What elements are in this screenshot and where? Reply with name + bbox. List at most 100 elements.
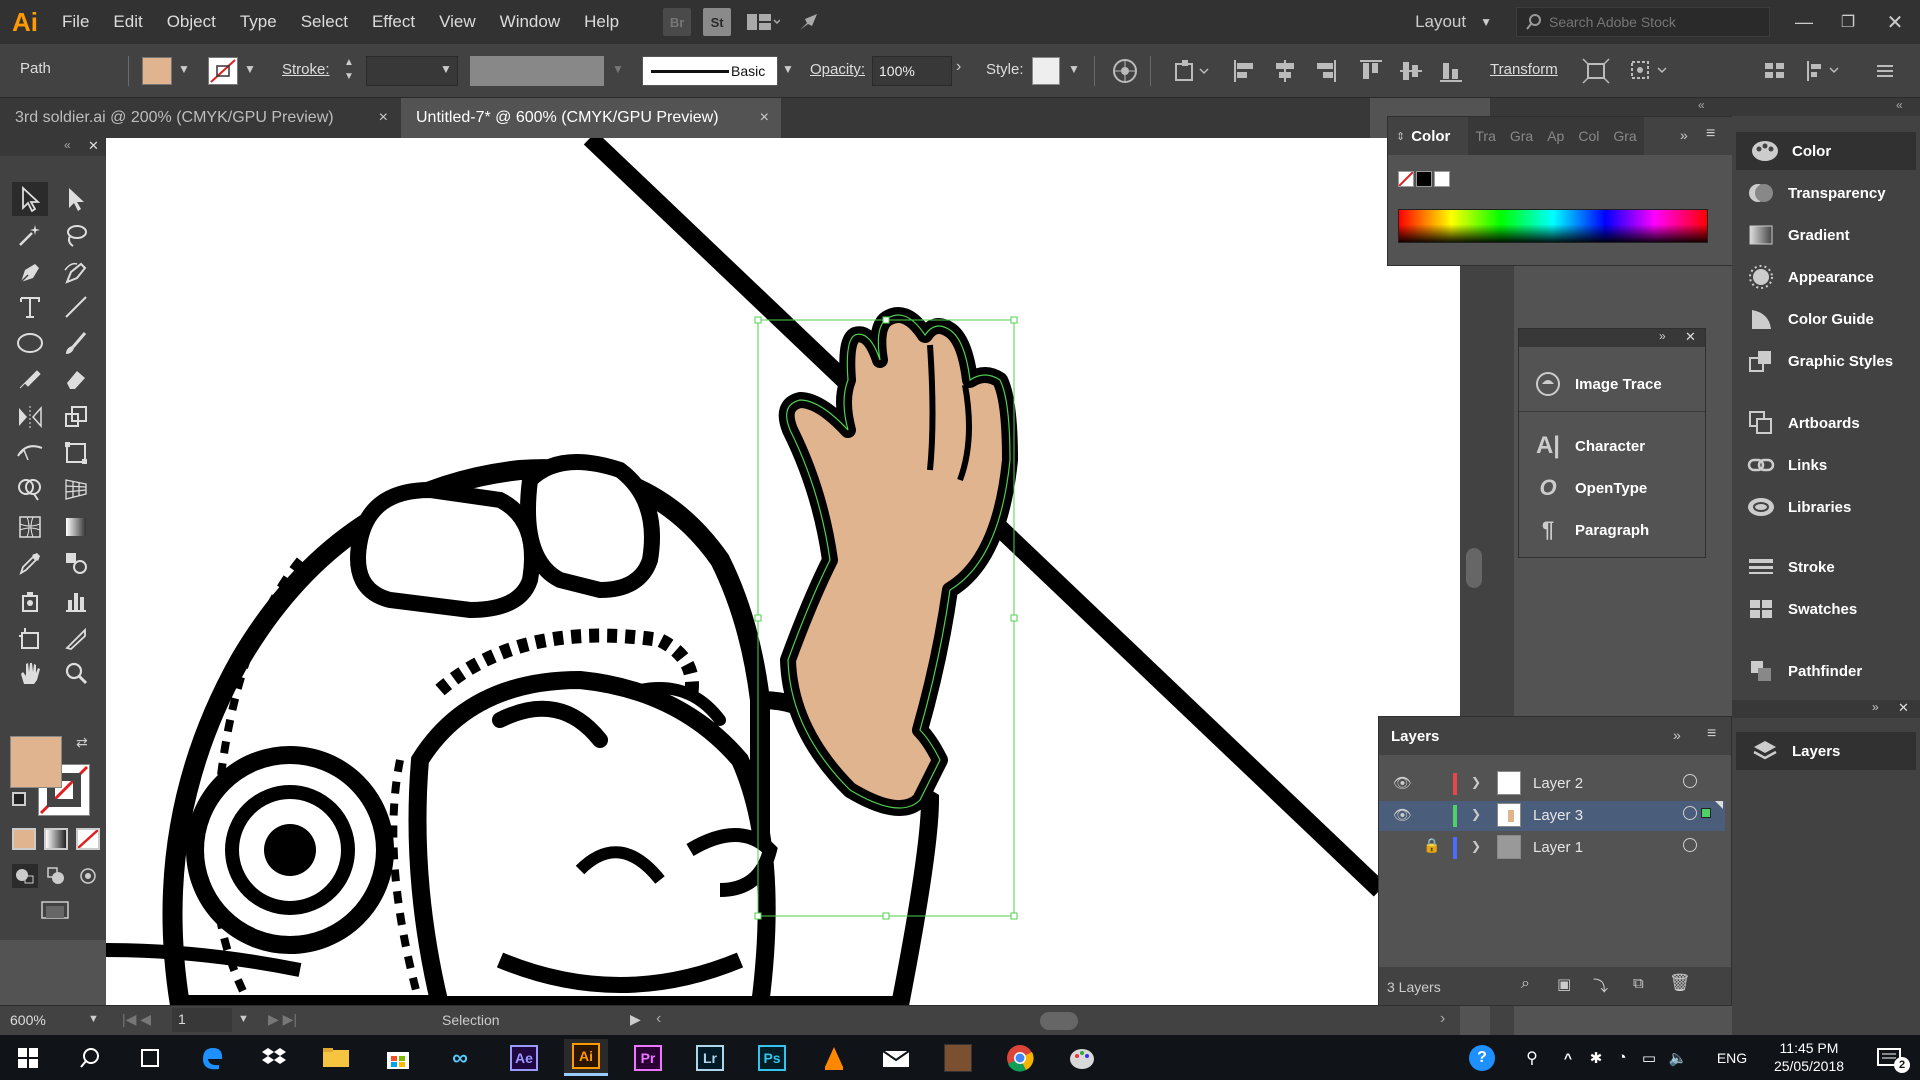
collapse-dock-icon[interactable]: « bbox=[1896, 98, 1903, 112]
shape-builder-tool-icon[interactable] bbox=[12, 472, 48, 506]
align-middle-icon[interactable] bbox=[1398, 58, 1424, 88]
opacity-label[interactable]: Opacity: bbox=[810, 61, 865, 78]
search-icon[interactable] bbox=[68, 1039, 112, 1076]
lock-icon[interactable]: 🔒 bbox=[1423, 837, 1440, 854]
pathfinder-dock-button[interactable]: Pathfinder bbox=[1732, 652, 1920, 690]
shaper-tool-icon[interactable] bbox=[12, 362, 48, 396]
workspace-switcher[interactable]: Layout ▼ bbox=[1415, 12, 1492, 32]
appearance-dock-button[interactable]: Appearance bbox=[1732, 258, 1920, 296]
stock-button[interactable]: St bbox=[703, 8, 732, 36]
align-left-icon[interactable] bbox=[1232, 58, 1258, 88]
blend-tool-icon[interactable] bbox=[58, 546, 94, 580]
layers-dock-button[interactable]: Layers bbox=[1736, 732, 1916, 770]
windows-start-icon[interactable] bbox=[6, 1039, 50, 1076]
artboards-dock-button[interactable]: Artboards bbox=[1732, 404, 1920, 442]
arrange-documents-icon[interactable] bbox=[743, 8, 783, 36]
notification-center-icon[interactable]: 2 bbox=[1868, 1039, 1912, 1076]
stock-search[interactable] bbox=[1516, 7, 1770, 37]
expand-panel-icon[interactable]: » bbox=[1673, 727, 1681, 743]
mesh-tool-icon[interactable] bbox=[12, 510, 48, 544]
artwork[interactable] bbox=[106, 138, 1460, 1005]
stroke-dock-button[interactable]: Stroke bbox=[1732, 548, 1920, 586]
black-swatch[interactable] bbox=[1416, 171, 1432, 187]
vlc-icon[interactable] bbox=[812, 1039, 856, 1076]
zoom-chevron-icon[interactable]: ▼ bbox=[88, 1013, 99, 1025]
character-panel-button[interactable]: A| Character bbox=[1519, 427, 1709, 465]
swatches-dock-button[interactable]: Swatches bbox=[1732, 590, 1920, 628]
game-app-icon[interactable] bbox=[936, 1039, 980, 1076]
close-tab-button[interactable]: × bbox=[379, 98, 388, 138]
align-center-icon[interactable] bbox=[1272, 58, 1298, 88]
stroke-swatch[interactable] bbox=[208, 57, 238, 85]
menu-view[interactable]: View bbox=[427, 0, 488, 44]
isolate-object-icon[interactable] bbox=[1582, 58, 1610, 88]
graphic-styles-dock-button[interactable]: Graphic Styles bbox=[1732, 342, 1920, 380]
battery-icon[interactable]: ▭ bbox=[1636, 1039, 1662, 1076]
selection-indicator[interactable] bbox=[1701, 808, 1711, 818]
close-window-button[interactable]: ✕ bbox=[1870, 10, 1920, 35]
stroke-weight-chevron-icon[interactable]: ▼ bbox=[440, 62, 452, 76]
menu-select[interactable]: Select bbox=[289, 0, 360, 44]
free-transform-tool-icon[interactable] bbox=[58, 436, 94, 470]
bridge-button[interactable]: Br bbox=[663, 8, 692, 36]
horizontal-scroll-thumb[interactable] bbox=[1040, 1012, 1078, 1030]
layer-name[interactable]: Layer 3 bbox=[1533, 807, 1583, 824]
paragraph-panel-button[interactable]: ¶ Paragraph bbox=[1519, 511, 1709, 549]
menu-object[interactable]: Object bbox=[155, 0, 228, 44]
line-segment-tool-icon[interactable] bbox=[58, 290, 94, 324]
stock-search-input[interactable] bbox=[1549, 14, 1749, 30]
draw-normal-icon[interactable] bbox=[12, 864, 38, 888]
opentype-panel-button[interactable]: O OpenType bbox=[1519, 469, 1709, 507]
expand-layer-icon[interactable]: ❯ bbox=[1471, 839, 1481, 853]
lightroom-icon[interactable]: Lr bbox=[688, 1039, 732, 1076]
locate-object-icon[interactable]: ⌕ bbox=[1521, 975, 1530, 993]
graphic-styles-tab[interactable]: Gra bbox=[1606, 128, 1643, 144]
symbol-sprayer-tool-icon[interactable] bbox=[12, 584, 48, 618]
fill-color-box[interactable] bbox=[10, 736, 62, 788]
direct-selection-tool-icon[interactable] bbox=[58, 182, 94, 216]
draw-inside-icon[interactable] bbox=[76, 864, 100, 888]
eraser-tool-icon[interactable] bbox=[58, 362, 94, 396]
stroke-dropdown-chevron-icon[interactable]: ▼ bbox=[244, 62, 256, 76]
none-swatch[interactable] bbox=[1398, 171, 1414, 187]
recolor-artwork-icon[interactable] bbox=[1112, 58, 1138, 88]
collapse-panels-icon[interactable]: « bbox=[1698, 98, 1705, 112]
layer-row[interactable]: 🔒 ❯ Layer 1 bbox=[1379, 833, 1725, 863]
chrome-icon[interactable] bbox=[998, 1039, 1042, 1076]
color-guide-tab[interactable]: Col bbox=[1571, 128, 1606, 144]
last-artboard-icon[interactable]: ▶ ▶| bbox=[268, 1011, 297, 1028]
color-spectrum[interactable] bbox=[1398, 209, 1708, 243]
color-mode-icon[interactable] bbox=[12, 828, 36, 850]
after-effects-icon[interactable]: Ae bbox=[502, 1039, 546, 1076]
fill-swatch[interactable] bbox=[142, 57, 172, 85]
close-icon[interactable]: ✕ bbox=[1898, 700, 1909, 716]
white-swatch[interactable] bbox=[1434, 171, 1450, 187]
perspective-grid-tool-icon[interactable] bbox=[58, 472, 94, 506]
brush-definition[interactable]: Basic bbox=[642, 56, 778, 86]
ellipse-tool-icon[interactable] bbox=[12, 326, 48, 360]
visibility-eye-icon[interactable]: 👁 bbox=[1393, 806, 1412, 824]
slice-tool-icon[interactable] bbox=[58, 622, 94, 656]
none-mode-icon[interactable] bbox=[76, 828, 100, 850]
style-swatch[interactable] bbox=[1032, 57, 1060, 85]
artboard[interactable] bbox=[106, 138, 1460, 1005]
input-language[interactable]: ENG bbox=[1712, 1039, 1752, 1076]
premiere-icon[interactable]: Pr bbox=[626, 1039, 670, 1076]
close-icon[interactable]: ✕ bbox=[88, 138, 99, 154]
trash-icon[interactable]: 🗑 bbox=[1669, 973, 1691, 993]
status-menu-arrow-icon[interactable]: ▶ bbox=[630, 1011, 641, 1028]
menu-type[interactable]: Type bbox=[228, 0, 289, 44]
stroke-weight-stepper[interactable]: ▲ ▼ bbox=[344, 56, 354, 84]
scale-tool-icon[interactable] bbox=[58, 400, 94, 434]
scroll-right-icon[interactable]: › bbox=[1440, 1010, 1445, 1028]
artboard-number[interactable]: 1 bbox=[172, 1008, 232, 1032]
transparency-dock-button[interactable]: Transparency bbox=[1732, 174, 1920, 212]
opacity-arrow-icon[interactable]: › bbox=[956, 58, 961, 76]
paint-icon[interactable] bbox=[1060, 1039, 1104, 1076]
brush-chevron-icon[interactable]: ▼ bbox=[782, 62, 794, 76]
new-sublayer-icon[interactable]: ⤵ bbox=[1593, 975, 1608, 996]
people-icon[interactable]: ⚲ bbox=[1510, 1039, 1554, 1076]
expand-panel-icon[interactable]: » bbox=[1680, 127, 1688, 143]
selection-tool-icon[interactable] bbox=[12, 182, 48, 216]
transparency-tab[interactable]: Tra bbox=[1468, 128, 1502, 144]
